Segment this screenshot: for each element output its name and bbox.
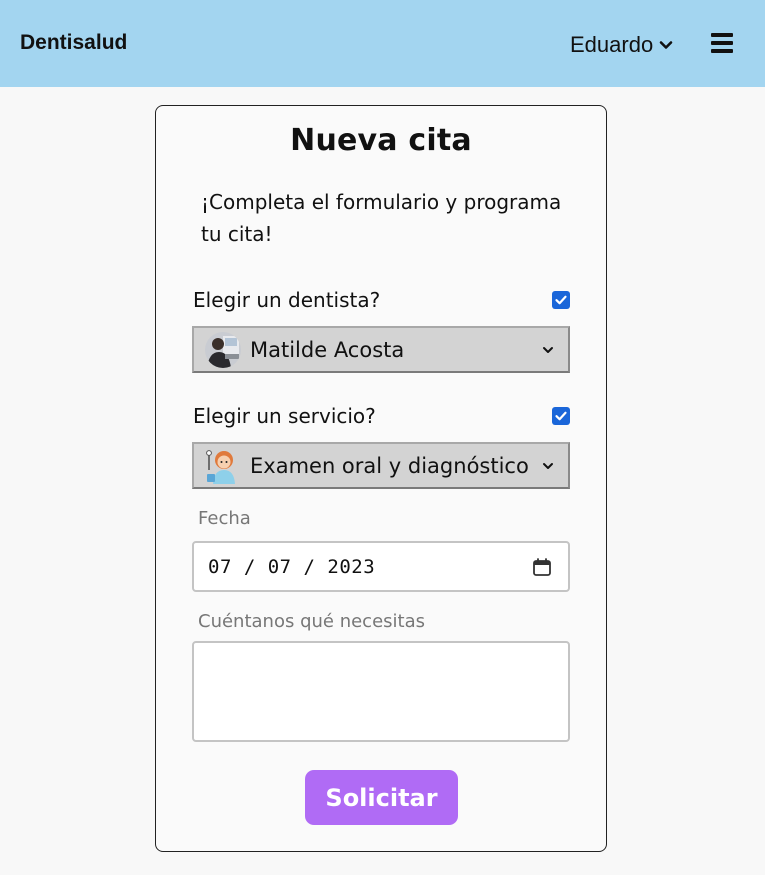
dentist-avatar-icon xyxy=(205,331,241,368)
dentist-service-icon xyxy=(205,448,241,484)
dentist-select[interactable]: Matilde Acosta xyxy=(192,326,570,373)
appointment-form-card: Nueva cita ¡Completa el formulario y pro… xyxy=(155,105,607,852)
chevron-down-icon xyxy=(543,346,553,353)
hamburger-menu-icon[interactable] xyxy=(711,33,733,53)
top-navbar: Dentisalud Eduardo xyxy=(0,0,765,87)
brand-logo-text[interactable]: Dentisalud xyxy=(20,31,127,55)
dentist-select-value: Matilde Acosta xyxy=(250,337,405,362)
dentist-toggle-label: Elegir un dentista? xyxy=(193,288,381,312)
user-menu-button[interactable]: Eduardo xyxy=(570,32,673,58)
service-select[interactable]: Examen oral y diagnóstico xyxy=(192,442,570,489)
page-title: Nueva cita xyxy=(290,123,472,158)
date-label: Fecha xyxy=(198,508,251,529)
checkmark-icon xyxy=(555,295,567,305)
service-select-value: Examen oral y diagnóstico xyxy=(250,453,529,478)
checkmark-icon xyxy=(555,411,567,421)
user-name: Eduardo xyxy=(570,32,654,57)
needs-label: Cuéntanos qué necesitas xyxy=(198,611,425,632)
needs-textarea[interactable] xyxy=(192,641,570,742)
service-toggle-label: Elegir un servicio? xyxy=(193,404,376,428)
date-value: 07 / 07 / 2023 xyxy=(208,555,376,578)
submit-button[interactable]: Solicitar xyxy=(305,770,458,825)
chevron-down-icon xyxy=(659,41,673,49)
calendar-icon[interactable] xyxy=(532,557,552,577)
service-toggle-checkbox[interactable] xyxy=(552,407,570,425)
date-field[interactable]: 07 / 07 / 2023 xyxy=(192,541,570,592)
dentist-toggle-checkbox[interactable] xyxy=(552,291,570,309)
chevron-down-icon xyxy=(543,462,553,469)
form-subtitle: ¡Completa el formulario y programa tu ci… xyxy=(201,190,562,246)
